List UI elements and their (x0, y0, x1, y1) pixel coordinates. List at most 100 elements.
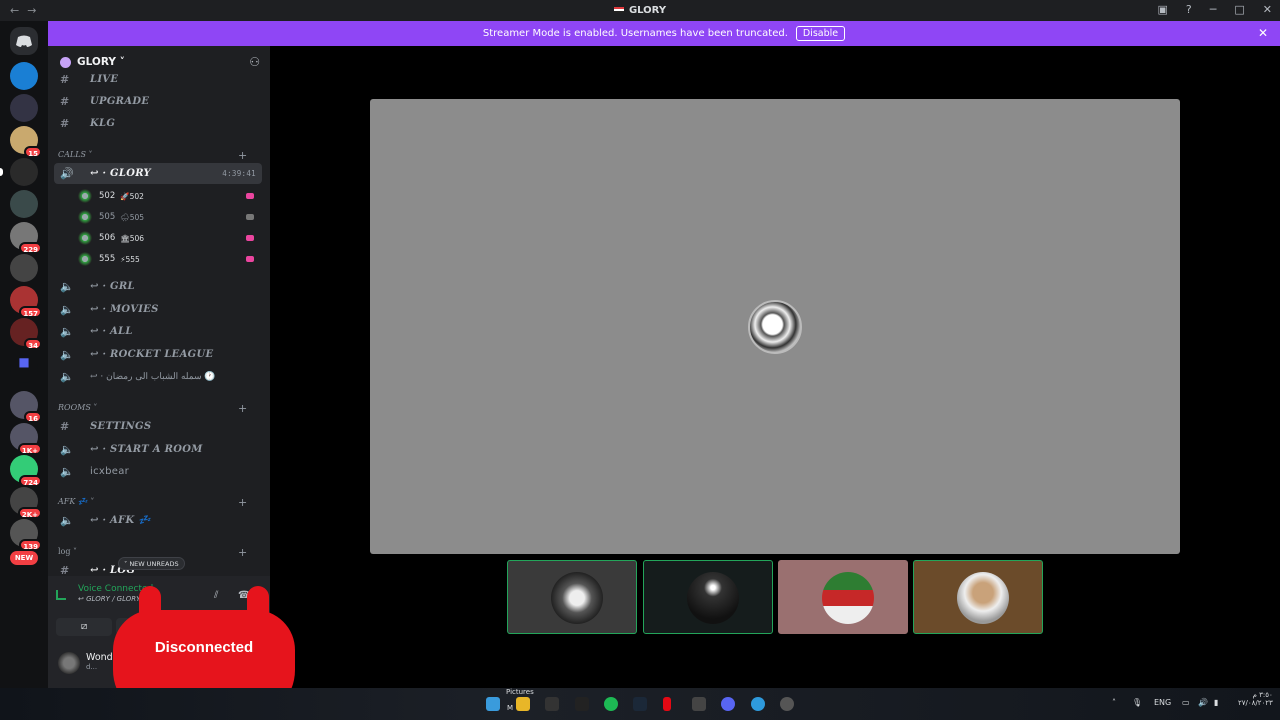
server-icon-glory[interactable] (10, 158, 38, 186)
category-rooms[interactable]: ROOMS ˅ + (58, 402, 247, 415)
channel-glory-voice[interactable]: 🔊 ↩ · GLORY 4:39:41 (54, 163, 262, 184)
category-label: AFK 💤 ˅ (58, 497, 95, 506)
m-label: M (507, 704, 514, 712)
tray-chevron-icon[interactable]: ˄ (1112, 698, 1116, 707)
participant-tile[interactable] (778, 560, 908, 634)
nvidia-icon[interactable] (575, 697, 589, 711)
channel-label: ↩ · ALL (90, 326, 133, 337)
participant-tile[interactable] (507, 560, 637, 634)
channel-afk[interactable]: 🔈 ↩ · AFK 💤 (54, 510, 262, 531)
folder-icon[interactable]: ■ (10, 355, 38, 383)
app-icon-2[interactable] (780, 697, 794, 711)
maximize-icon[interactable]: □ (1234, 3, 1244, 16)
channel-sidebar: GLORY ˅ ⚇ # LIVE # UPGRADE # KLG CALLS ˅ + 🔊… (48, 46, 270, 576)
minimize-icon[interactable]: ─ (1210, 3, 1217, 16)
hash-icon: # (60, 73, 70, 86)
user-name: 505 (99, 212, 116, 222)
stream-stage[interactable] (370, 99, 1180, 554)
voice-user[interactable]: 502 🚀502 (78, 186, 258, 206)
edge-icon[interactable] (751, 697, 765, 711)
server-icon-4[interactable]: 229 (10, 222, 42, 254)
netflix-icon[interactable] (663, 697, 671, 711)
speaker-icon: 🔈 (60, 325, 74, 338)
add-channel-icon[interactable]: + (238, 149, 247, 162)
channel-settings[interactable]: # SETTINGS (54, 416, 262, 437)
channel-start-room[interactable]: 🔈 ↩ · START A ROOM (54, 439, 262, 460)
server-icon-506[interactable] (10, 254, 38, 282)
category-log[interactable]: log ˅ + (58, 546, 247, 559)
flag-icon (613, 7, 624, 13)
channel-live[interactable]: # LIVE (54, 69, 262, 90)
channel-grl[interactable]: 🔈 ↩ · GRL (54, 276, 262, 297)
user-tag: ⚡555 (120, 254, 140, 264)
participant-tile[interactable] (913, 560, 1043, 634)
channel-klg[interactable]: # KLG (54, 113, 262, 134)
playstation-icon (246, 214, 254, 220)
participant-tile[interactable] (643, 560, 773, 634)
voice-user[interactable]: 555 ⚡555 (78, 249, 258, 269)
channel-upgrade[interactable]: # UPGRADE (54, 91, 262, 112)
disable-button[interactable]: Disable (795, 26, 846, 41)
taskbar: Pictures M ˄ 🎙 ENG ▭ 🔊 ▮ ٣:٥٠ م ٢٧/٠٨/٢٠٢… (0, 688, 1280, 720)
language-indicator[interactable]: ENG (1154, 698, 1171, 707)
streamer-mode-banner: Streamer Mode is enabled. Usernames have… (48, 21, 1280, 46)
discord-icon[interactable] (721, 697, 735, 711)
category-calls[interactable]: CALLS ˅ + (58, 149, 247, 162)
network-icon[interactable]: ▭ (1182, 698, 1190, 707)
streaming-icon (246, 235, 254, 241)
mic-icon[interactable]: 🎙 (1132, 698, 1142, 707)
hash-icon: # (60, 420, 70, 433)
server-icon-7[interactable]: 16 (10, 391, 42, 423)
discord-home-icon[interactable] (10, 27, 38, 55)
add-channel-icon[interactable]: + (238, 402, 247, 415)
close-icon[interactable]: ✕ (1263, 3, 1272, 16)
add-member-icon[interactable]: ⚇ (249, 55, 260, 69)
server-icon-11[interactable]: 139 (10, 519, 42, 551)
server-icon-3[interactable] (10, 190, 38, 218)
avatar (58, 652, 80, 674)
file-explorer-icon[interactable] (516, 697, 530, 711)
voice-user[interactable]: 506 🏛506 (78, 228, 258, 248)
channel-label: ↩ · GRL (90, 281, 135, 292)
avatar (822, 572, 874, 624)
steam-icon[interactable] (633, 697, 647, 711)
channel-movies[interactable]: 🔈 ↩ · MOVIES (54, 299, 262, 320)
server-icon-2[interactable] (10, 94, 38, 122)
server-icon-8[interactable]: 1K+ (10, 423, 42, 455)
voice-user[interactable]: 505 🌧505 (78, 207, 258, 227)
start-icon[interactable] (486, 697, 500, 711)
app-icon[interactable] (692, 697, 706, 711)
avatar (78, 189, 92, 203)
speaker-icon: 🔈 (60, 443, 74, 456)
new-badge[interactable]: NEW (10, 551, 38, 565)
selected-pill (0, 168, 3, 176)
video-off-button[interactable]: ⧄ (56, 618, 112, 636)
add-channel-icon[interactable]: + (238, 546, 247, 559)
volume-icon[interactable]: 🔊 (1198, 698, 1208, 707)
spotify-icon[interactable] (604, 697, 618, 711)
server-icon-9[interactable]: 724 (10, 455, 42, 487)
server-icon-10[interactable]: 2K+ (10, 487, 42, 519)
new-unreads-button[interactable]: ˅ NEW UNREADS (118, 557, 185, 570)
channel-arabic[interactable]: 🔈 ↩ · سمله الشباب الى رمضان 🕐 (54, 366, 262, 387)
server-icon-1[interactable] (10, 62, 38, 90)
add-channel-icon[interactable]: + (238, 496, 247, 509)
channel-all[interactable]: 🔈 ↩ · ALL (54, 321, 262, 342)
banner-text: Streamer Mode is enabled. Usernames have… (482, 28, 788, 39)
clock[interactable]: ٣:٥٠ م ٢٧/٠٨/٢٠٢٣ (1238, 691, 1273, 707)
server-icon-5[interactable]: 157 (10, 286, 42, 318)
battery-icon[interactable]: ▮ (1214, 698, 1218, 707)
channel-icxbear[interactable]: 🔈 icxbear (54, 461, 262, 482)
server-icon-kdvk[interactable]: 15 (10, 126, 42, 158)
category-label: log ˅ (58, 547, 78, 556)
server-icon-6[interactable]: 34 (10, 318, 42, 350)
banner-close-icon[interactable]: ✕ (1258, 26, 1268, 40)
back-icon[interactable]: ← (10, 4, 19, 17)
category-afk[interactable]: AFK 💤 ˅ + (58, 496, 247, 509)
help-icon[interactable]: ? (1186, 3, 1192, 16)
streaming-icon (246, 256, 254, 262)
epic-games-icon[interactable] (545, 697, 559, 711)
channel-rocket-league[interactable]: 🔈 ↩ · ROCKET LEAGUE (54, 344, 262, 365)
forward-icon[interactable]: → (27, 4, 36, 17)
screen-icon[interactable]: ▣ (1158, 3, 1168, 16)
